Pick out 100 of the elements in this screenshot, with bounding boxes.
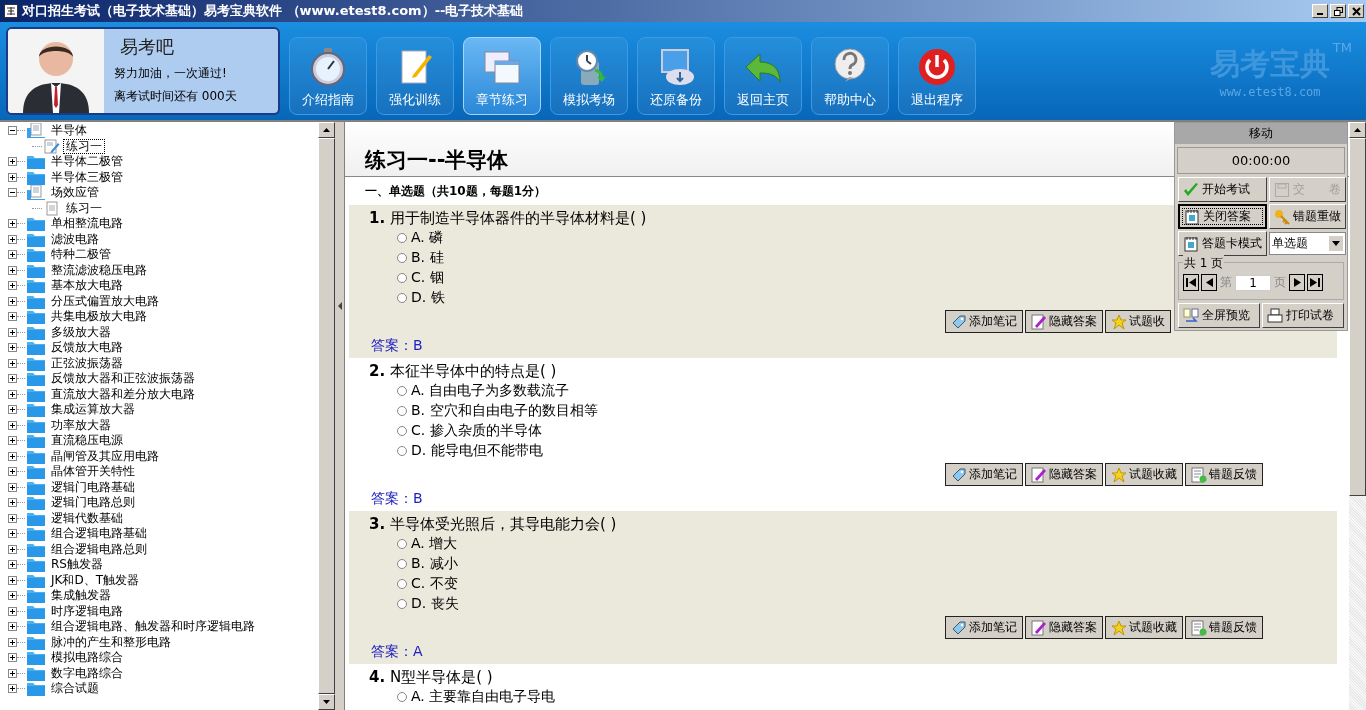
expander-icon[interactable] — [8, 606, 17, 616]
expander-icon[interactable] — [8, 451, 17, 461]
expander-icon[interactable] — [8, 405, 17, 415]
question-action-button[interactable]: 添加笔记 — [945, 616, 1023, 639]
scrollbar[interactable] — [1349, 122, 1366, 710]
expander-icon[interactable] — [8, 482, 17, 492]
expander-icon[interactable] — [8, 436, 17, 446]
answer-option[interactable]: A. 增大 — [369, 534, 458, 554]
answer-option[interactable]: B. 减小 — [369, 554, 458, 574]
tree-item[interactable]: RS触发器 — [8, 557, 318, 573]
expander-icon[interactable] — [8, 234, 17, 244]
expander-icon[interactable] — [8, 622, 17, 632]
tree-item[interactable]: 反馈放大器和正弦波振荡器 — [8, 371, 318, 387]
panel-button[interactable]: 开始考试 — [1178, 177, 1267, 202]
expander-icon[interactable] — [8, 188, 17, 198]
answer-option[interactable]: C. 不变 — [369, 574, 458, 594]
expander-icon[interactable] — [8, 637, 17, 647]
panel-button[interactable]: 关闭答案 — [1178, 204, 1267, 229]
expander-icon[interactable] — [8, 575, 17, 585]
tree-item[interactable]: 集成触发器 — [8, 588, 318, 604]
tree-item[interactable]: 半导体 — [8, 123, 318, 139]
expander-icon[interactable] — [8, 684, 17, 694]
tree-item[interactable]: 组合逻辑电路基础 — [8, 526, 318, 542]
answer-option[interactable]: C. 掺入杂质的半导体 — [369, 421, 542, 441]
expander-icon[interactable] — [8, 281, 17, 291]
expander-icon[interactable] — [8, 668, 17, 678]
nav-button[interactable]: 退出程序 — [898, 37, 976, 115]
nav-button[interactable]: 介绍指南 — [289, 37, 367, 115]
nav-button[interactable]: 帮助中心 — [811, 37, 889, 115]
previous-page-button[interactable] — [1201, 274, 1217, 291]
question-action-button[interactable]: 错题反馈 — [1185, 616, 1263, 639]
expander-icon[interactable] — [8, 126, 17, 136]
tree-item[interactable]: 逻辑门电路基础 — [8, 479, 318, 495]
expander-icon[interactable] — [8, 591, 17, 601]
answer-option[interactable]: A. 磷 — [369, 228, 444, 248]
tree-item[interactable]: 集成运算放大器 — [8, 402, 318, 418]
tree-item[interactable]: 场效应管 — [8, 185, 318, 201]
tree-item[interactable]: 综合试题 — [8, 681, 318, 697]
question-action-button[interactable]: 隐藏答案 — [1025, 463, 1103, 486]
answer-option[interactable]: D. 铁 — [369, 288, 445, 308]
nav-button[interactable]: 强化训练 — [376, 37, 454, 115]
expander-icon[interactable] — [8, 374, 17, 384]
expander-icon[interactable] — [8, 498, 17, 508]
tree-item[interactable]: 功率放大器 — [8, 417, 318, 433]
tree-item[interactable]: 基本放大电路 — [8, 278, 318, 294]
next-page-button[interactable] — [1289, 274, 1305, 291]
expander-icon[interactable] — [8, 544, 17, 554]
tree-item[interactable]: 整流滤波稳压电路 — [8, 262, 318, 278]
tree-item[interactable]: 练习一 — [8, 200, 318, 216]
tree-item[interactable]: 直流放大器和差分放大电路 — [8, 386, 318, 402]
expander-icon[interactable] — [8, 420, 17, 430]
tree-item[interactable]: 脉冲的产生和整形电路 — [8, 634, 318, 650]
page-input[interactable]: 1 — [1235, 274, 1271, 291]
answer-option[interactable]: D. 丧失 — [369, 594, 459, 614]
expander-icon[interactable] — [8, 250, 17, 260]
question-type-dropdown[interactable]: 单选题 — [1269, 232, 1346, 255]
restore-button[interactable] — [1330, 4, 1346, 18]
answer-option[interactable]: B. 硅 — [369, 248, 444, 268]
expander-icon[interactable] — [8, 653, 17, 663]
tree-item[interactable]: 模拟电路综合 — [8, 650, 318, 666]
tree-item[interactable]: 多级放大器 — [8, 324, 318, 340]
tree-item[interactable]: 晶闸管及其应用电路 — [8, 448, 318, 464]
expander-icon[interactable] — [8, 296, 17, 306]
panel-button[interactable]: 打印试卷 — [1262, 303, 1344, 328]
splitter-grip-icon[interactable] — [337, 302, 342, 310]
close-button[interactable] — [1348, 4, 1364, 18]
expander-icon[interactable] — [8, 389, 17, 399]
scrollbar[interactable] — [318, 122, 335, 710]
tree-item[interactable]: 单相整流电路 — [8, 216, 318, 232]
answer-option[interactable]: A. 主要靠自由电子导电 — [369, 687, 556, 707]
expander-icon[interactable] — [8, 513, 17, 523]
tree-item[interactable]: 滤波电路 — [8, 231, 318, 247]
tree-item[interactable]: 特种二极管 — [8, 247, 318, 263]
answer-option[interactable]: D. 能导电但不能带电 — [369, 441, 543, 461]
tree-item[interactable]: JK和D、T触发器 — [8, 572, 318, 588]
expander-icon[interactable] — [8, 529, 17, 539]
tree-item[interactable]: 共集电极放大电路 — [8, 309, 318, 325]
nav-button[interactable]: 还原备份 — [637, 37, 715, 115]
expander-icon[interactable] — [8, 327, 17, 337]
tree-item[interactable]: 数字电路综合 — [8, 665, 318, 681]
expander-icon[interactable] — [8, 219, 17, 229]
expander-icon[interactable] — [8, 157, 17, 167]
answer-option[interactable]: B. 空穴和自由电子的数目相等 — [369, 401, 598, 421]
expander-icon[interactable] — [8, 343, 17, 353]
expander-icon[interactable] — [8, 467, 17, 477]
expander-icon[interactable] — [8, 560, 17, 570]
answer-option[interactable]: C. 铟 — [369, 268, 444, 288]
panel-button[interactable]: 全屏预览 — [1178, 303, 1260, 328]
last-page-button[interactable] — [1307, 274, 1323, 291]
tree-item[interactable]: 练习一 — [8, 138, 318, 154]
tree-item[interactable]: 反馈放大电路 — [8, 340, 318, 356]
question-action-button[interactable]: 隐藏答案 — [1025, 616, 1103, 639]
question-action-button[interactable]: 试题收藏 — [1105, 463, 1183, 486]
expander-icon[interactable] — [8, 172, 17, 182]
nav-button[interactable]: 返回主页 — [724, 37, 802, 115]
first-page-button[interactable] — [1183, 274, 1199, 291]
panel-button[interactable]: 答题卡模式 — [1178, 231, 1267, 256]
question-action-button[interactable]: 添加笔记 — [945, 310, 1023, 333]
panel-title[interactable]: 移动 — [1175, 123, 1347, 144]
tree-item[interactable]: 时序逻辑电路 — [8, 603, 318, 619]
